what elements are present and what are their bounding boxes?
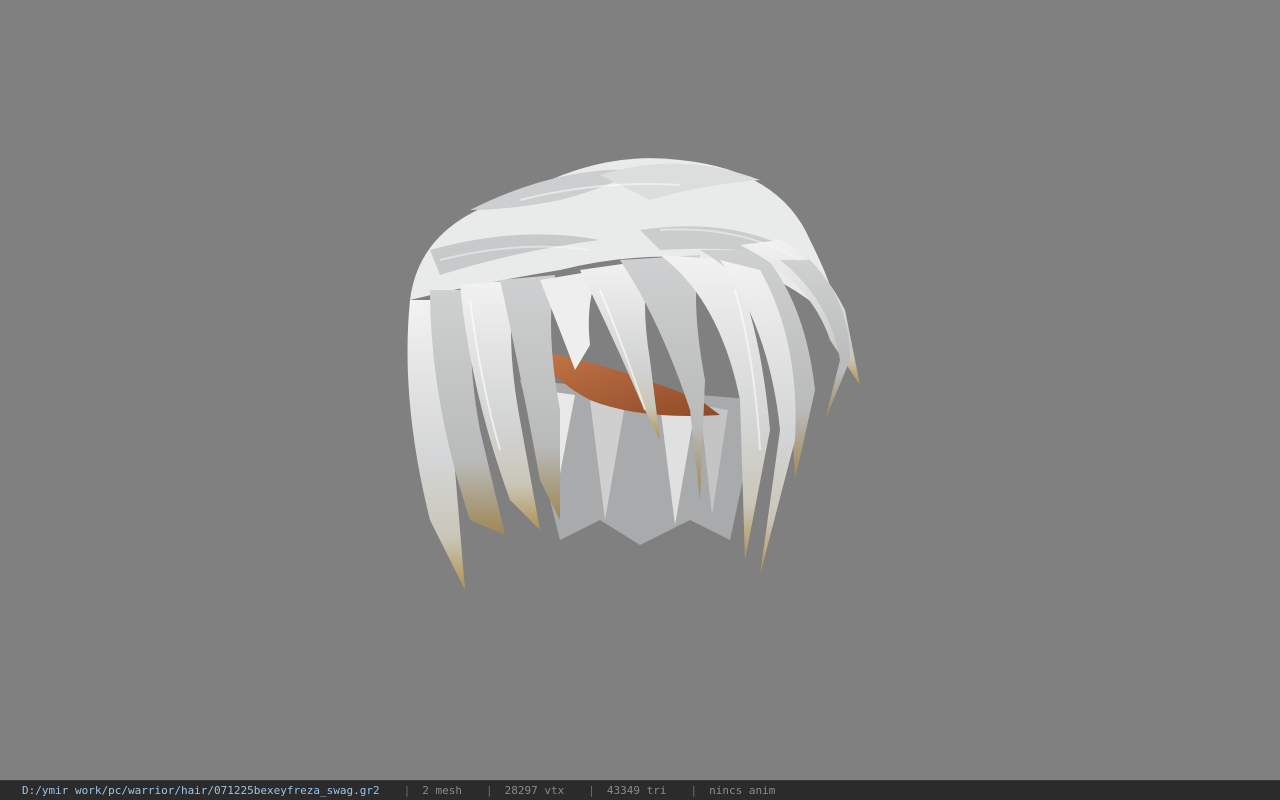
animation-status-label: nincs anim — [709, 784, 776, 797]
mesh-count-label: 2 mesh — [422, 784, 462, 797]
separator: | — [403, 784, 411, 797]
separator: | — [690, 784, 698, 797]
separator: | — [588, 784, 595, 797]
file-path-label: D:/ymir work/pc/warrior/hair/071225bexey… — [22, 784, 380, 797]
vertex-count-label: 28297 vtx — [504, 784, 565, 797]
separator: | — [486, 784, 493, 797]
hair-model-render — [407, 158, 860, 590]
status-bar: D:/ymir work/pc/warrior/hair/071225bexey… — [0, 780, 1280, 800]
triangle-count-label: 43349 tri — [606, 784, 667, 797]
3d-viewport[interactable] — [0, 0, 1280, 780]
